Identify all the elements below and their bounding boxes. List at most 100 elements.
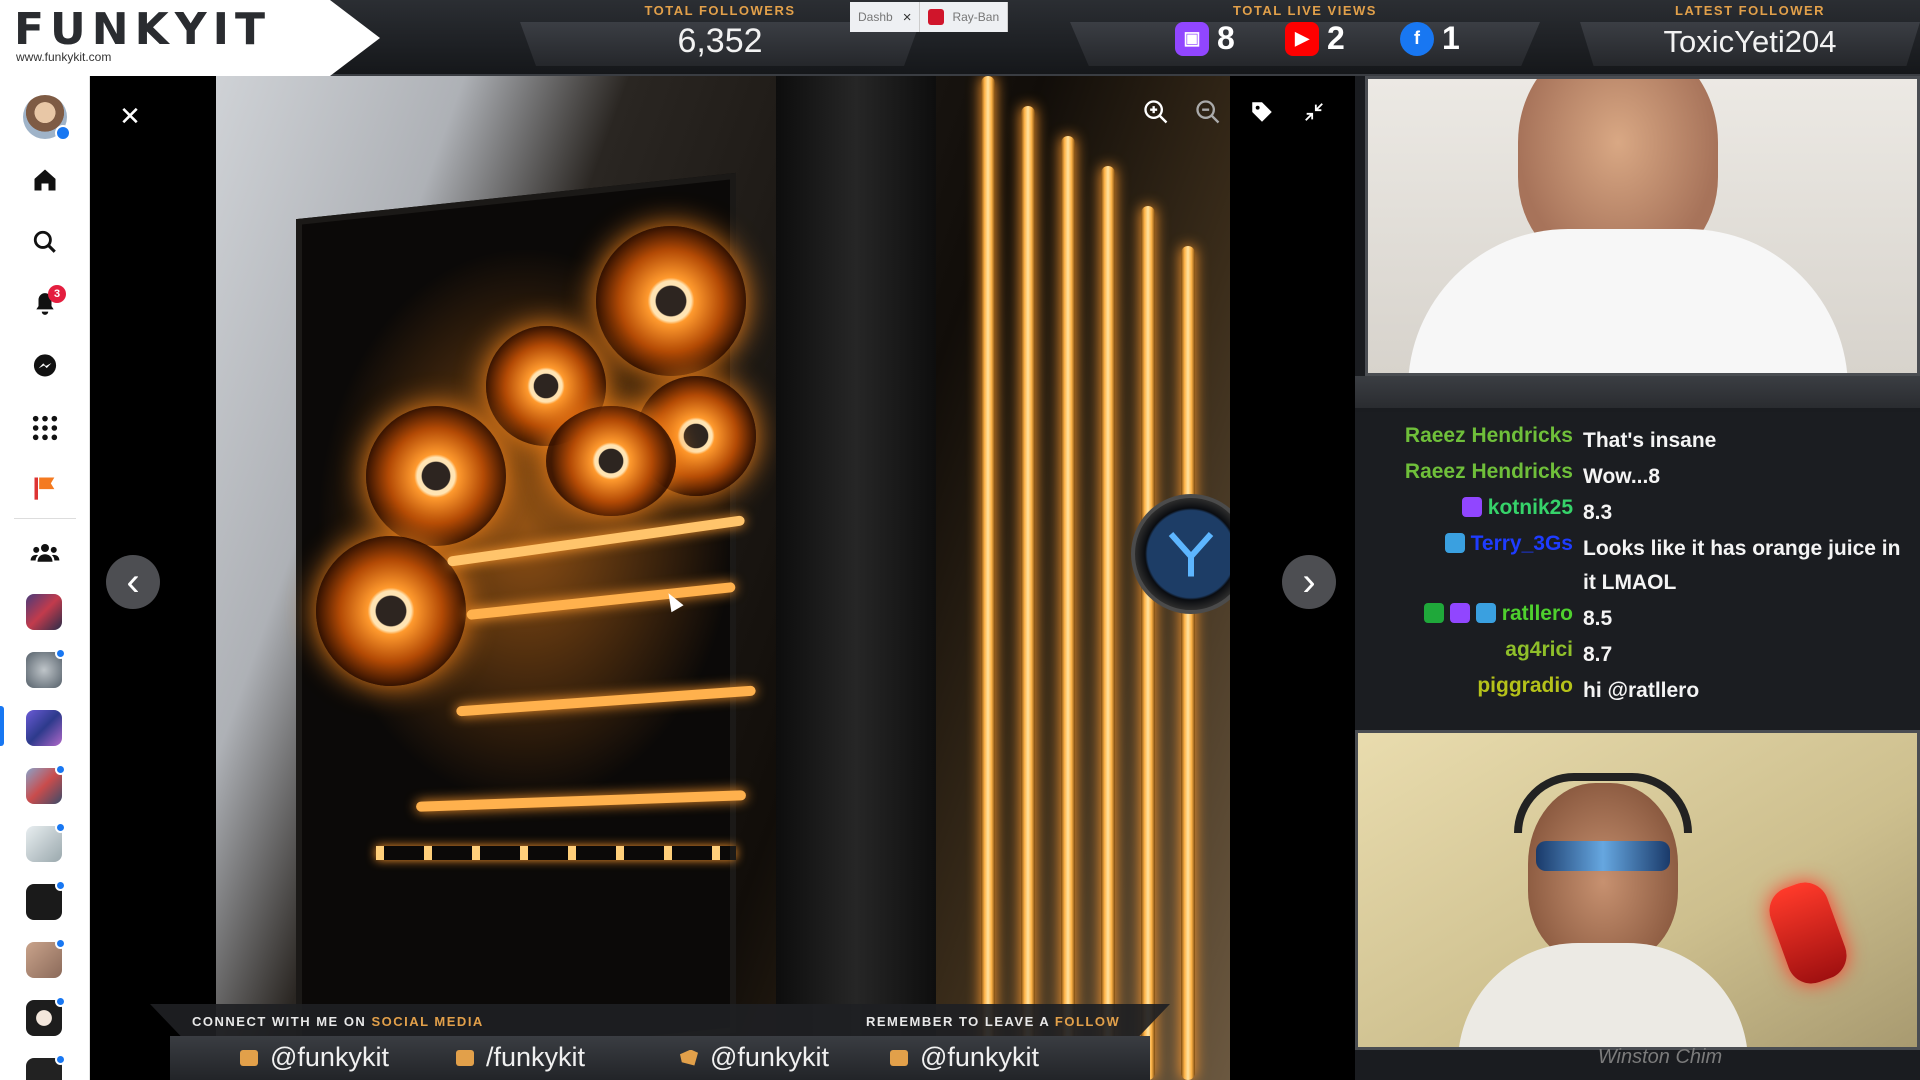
chat-message: Terry_3Gs Looks like it has orange juice…	[1355, 532, 1920, 602]
notifications-button[interactable]: 3	[20, 279, 70, 329]
crown-badge-icon	[1444, 533, 1465, 553]
chat-message: ag4rici 8.7	[1355, 638, 1920, 674]
twitch-icon	[240, 1049, 258, 1066]
active-indicator	[0, 706, 4, 746]
chat-username: Raeez Hendricks	[1404, 424, 1573, 447]
connect-caption: CONNECT WITH ME ON SOCIAL MEDIA	[192, 1014, 484, 1029]
headphones	[1514, 773, 1692, 833]
shortcut-group-8[interactable]	[26, 996, 66, 1036]
menu-grid-icon	[32, 415, 58, 441]
chat-username: piggradio	[1477, 674, 1573, 697]
twitch-icon: ▣	[1175, 21, 1209, 56]
search-button[interactable]	[20, 217, 70, 267]
follow-caption: REMEMBER TO LEAVE A FOLLOW	[866, 1014, 1121, 1029]
fan	[596, 226, 746, 376]
facebook-sidebar: 3	[0, 76, 90, 1080]
browser-tab-strip: Dashb × Ray-Ban	[850, 2, 1009, 32]
facebook-icon	[890, 1049, 908, 1066]
tag-photo-button[interactable]	[1242, 92, 1282, 132]
close-viewer-button[interactable]: ✕	[112, 98, 148, 134]
menu-button[interactable]	[20, 403, 70, 453]
close-tab-icon[interactable]: ×	[903, 9, 912, 26]
pci-lights	[376, 846, 736, 860]
twitter-icon	[680, 1049, 698, 1066]
fan	[546, 406, 676, 516]
fan	[316, 536, 466, 686]
chat-text: 8.3	[1583, 501, 1613, 524]
zoom-out-button[interactable]	[1188, 92, 1228, 132]
browser-tab-rayban[interactable]: Ray-Ban	[920, 2, 1009, 32]
stream-top-bar: FUNKYIT www.funkykit.com TOTAL FOLLOWERS…	[0, 0, 1920, 76]
facebook-views: f 1	[1400, 20, 1460, 57]
messenger-button[interactable]	[20, 341, 70, 391]
social-twitter: @funkykit	[680, 1042, 829, 1073]
shortcut-group-9[interactable]	[26, 1054, 66, 1080]
browser-tab-dashboard[interactable]: Dashb ×	[850, 2, 921, 32]
home-button[interactable]	[20, 155, 70, 205]
chat-username: ag4rici	[1505, 638, 1573, 661]
exit-fullscreen-button[interactable]	[1294, 92, 1334, 132]
shortcut-group-2[interactable]	[26, 648, 66, 688]
fan	[366, 406, 506, 546]
chat-username: ratllero	[1501, 602, 1573, 625]
tag-icon	[1252, 102, 1272, 122]
youtube-icon: ▶	[1285, 21, 1319, 56]
social-youtube: /funkykit	[456, 1042, 585, 1073]
pc-build-photo	[216, 76, 1230, 1080]
chat-message: Raeez Hendricks Wow...8	[1355, 460, 1920, 496]
social-media-banner: CONNECT WITH ME ON SOCIAL MEDIA REMEMBER…	[150, 1004, 1170, 1080]
logo-wordmark: FUNKYIT	[14, 4, 271, 55]
red-microphone	[1762, 875, 1854, 991]
photo-viewer: ✕ ‹ ›	[90, 76, 1355, 1080]
next-photo-button[interactable]: ›	[1282, 555, 1336, 609]
sub-badge-icon	[1449, 603, 1470, 623]
shortcut-group-6[interactable]	[26, 880, 66, 920]
pages-button[interactable]	[20, 463, 70, 513]
funkykit-logo: FUNKYIT www.funkykit.com	[0, 0, 380, 76]
avatar	[23, 95, 71, 141]
total-live-views-label: TOTAL LIVE VIEWS	[1233, 3, 1377, 18]
shortcut-group-3[interactable]	[26, 710, 62, 746]
rayban-favicon-icon	[928, 9, 945, 25]
chat-message: ratllero 8.5	[1355, 602, 1920, 638]
y-logo-icon	[1168, 532, 1214, 577]
chat-text: hi @ratllero	[1583, 679, 1700, 702]
sunglasses	[1536, 841, 1670, 871]
notification-badge: 3	[48, 285, 66, 303]
previous-photo-button[interactable]: ‹	[106, 555, 160, 609]
shortcut-group-5[interactable]	[26, 822, 66, 862]
sword-badge-icon	[1423, 603, 1444, 623]
chat-text: Looks like it has orange juice in it LMA…	[1583, 537, 1901, 594]
collapse-icon	[1305, 103, 1323, 121]
twitch-views: ▣ 8	[1175, 20, 1235, 57]
guest-shirt	[1458, 943, 1748, 1047]
zoom-out-icon	[1196, 100, 1220, 124]
sidebar-divider	[14, 518, 76, 519]
messenger-icon	[33, 354, 57, 377]
logo-url: www.funkykit.com	[16, 50, 112, 64]
star-badge-icon	[1461, 497, 1482, 517]
webcam-frame-bar	[1355, 376, 1920, 408]
shortcut-group-1[interactable]	[26, 594, 62, 630]
chat-text: Wow...8	[1583, 465, 1661, 488]
pages-flag-icon	[34, 477, 55, 500]
groups-button[interactable]	[20, 528, 70, 578]
latest-follower-value: ToxicYeti204	[1663, 24, 1837, 59]
chat-text: That's insane	[1583, 429, 1717, 452]
zoom-in-icon	[1144, 100, 1168, 124]
shortcut-group-4[interactable]	[26, 764, 66, 804]
guest-nameplate: Winston Chim	[1597, 1046, 1723, 1068]
crown-badge-icon	[1475, 603, 1496, 623]
guest-webcam	[1355, 730, 1920, 1050]
host-shirt	[1408, 229, 1848, 373]
chat-username: kotnik25	[1487, 496, 1573, 519]
profile-avatar[interactable]	[20, 92, 71, 142]
chat-message: piggradio hi @ratllero	[1355, 674, 1920, 710]
youtube-views: ▶ 2	[1285, 20, 1345, 57]
stream-side-panel: Raeez Hendricks That's insane Raeez Hend…	[1355, 76, 1920, 1080]
zoom-in-button[interactable]	[1136, 92, 1176, 132]
latest-follower-label: LATEST FOLLOWER	[1674, 3, 1826, 18]
social-facebook: @funkykit	[890, 1042, 1039, 1073]
chat-message: Raeez Hendricks That's insane	[1355, 424, 1920, 460]
shortcut-group-7[interactable]	[26, 938, 66, 978]
